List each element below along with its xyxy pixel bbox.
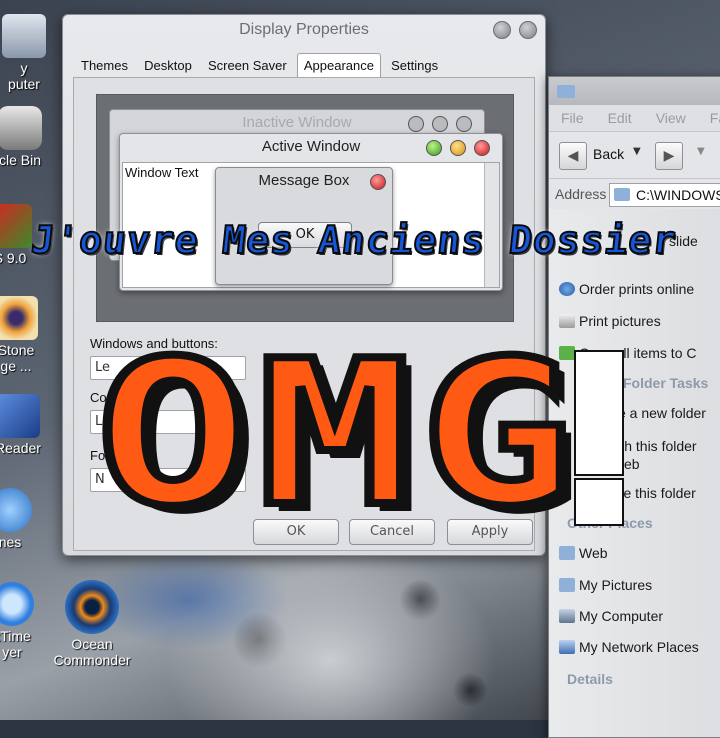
desktop-icon-label: cle Bin: [0, 152, 42, 168]
preview-button-icon: [408, 116, 424, 132]
music-note-icon: [0, 488, 32, 532]
appearance-preview: Inactive Window Active Window Window Tex…: [96, 94, 514, 322]
network-icon: [559, 640, 575, 654]
place-my-pictures[interactable]: My Pictures: [559, 577, 653, 593]
back-dropdown-icon[interactable]: ▼: [633, 146, 641, 157]
tab-screen-saver[interactable]: Screen Saver: [202, 54, 293, 77]
task-new-folder[interactable]: ke a new folder: [611, 405, 706, 421]
desktop-icon-label: Ocean Commonder: [53, 636, 131, 668]
desktop-icon-reader[interactable]: Reader: [0, 394, 60, 456]
ocean-target-icon: [65, 580, 119, 634]
yellow-button-icon: [450, 140, 466, 156]
place-label: My Network Places: [579, 639, 699, 655]
desktop-icon-quicktime[interactable]: kTime yer: [0, 582, 54, 660]
address-value: C:\WINDOWS: [636, 187, 720, 203]
menu-favorites[interactable]: Fav: [710, 110, 720, 126]
window-title: Display Properties: [239, 21, 369, 38]
desktop-icon-label: Stone ge ...: [0, 342, 35, 374]
recycle-bin-icon: [0, 106, 42, 150]
forward-button[interactable]: ▶: [655, 142, 683, 170]
overlay-omg-text: OMG: [91, 318, 582, 551]
order-prints-icon: [559, 282, 575, 296]
menu-file[interactable]: File: [561, 110, 584, 126]
tab-desktop[interactable]: Desktop: [138, 54, 198, 77]
desktop-icon-label: kTime yer: [0, 628, 31, 660]
place-my-network[interactable]: My Network Places: [559, 639, 699, 655]
tab-settings[interactable]: Settings: [385, 54, 444, 77]
exclamation-bar-shape: [574, 350, 624, 476]
desktop-icon-my-computer[interactable]: y puter: [0, 14, 66, 92]
desktop-icon-label: Reader: [0, 440, 41, 456]
desktop-icon-ocean-commonder[interactable]: Ocean Commonder: [50, 580, 134, 668]
exclamation-dot-shape: [574, 478, 624, 526]
task-label: Print pictures: [579, 313, 661, 329]
place-web[interactable]: Web: [559, 545, 608, 561]
place-label: My Computer: [579, 608, 664, 624]
details-heading[interactable]: Details: [567, 671, 613, 687]
minimize-button[interactable]: [493, 21, 511, 39]
close-button[interactable]: [519, 21, 537, 39]
address-input[interactable]: C:\WINDOWS: [609, 183, 720, 207]
eye-viewer-icon: [0, 296, 38, 340]
place-label: Web: [579, 545, 608, 561]
tab-strip: Themes Desktop Screen Saver Appearance S…: [75, 53, 444, 79]
computer-icon: [2, 14, 46, 58]
folder-tasks-heading[interactable]: Folder Tasks: [623, 375, 708, 391]
preview-button-icon: [432, 116, 448, 132]
menu-edit[interactable]: Edit: [608, 110, 632, 126]
menu-view[interactable]: View: [656, 110, 686, 126]
reader-icon: [0, 394, 40, 438]
red-button-icon: [370, 174, 386, 190]
desktop-icon-label: y puter: [8, 60, 40, 92]
back-label[interactable]: Back: [593, 146, 624, 162]
desktop-icon-itunes[interactable]: nes: [0, 488, 52, 550]
preview-button-icon: [456, 116, 472, 132]
desktop-icon-label: nes: [0, 534, 22, 550]
quicktime-icon: [0, 582, 34, 626]
task-print-pictures[interactable]: Print pictures: [559, 313, 661, 329]
folder-icon: [559, 578, 575, 592]
explorer-toolbar: ◀ Back ▼ ▶ ▼: [549, 132, 720, 179]
folder-icon: [557, 85, 575, 98]
address-bar: Address C:\WINDOWS: [549, 179, 720, 210]
task-label: Order prints online: [579, 281, 695, 297]
red-button-icon: [474, 140, 490, 156]
place-my-computer[interactable]: My Computer: [559, 608, 664, 624]
explorer-menu-bar: File Edit View Fav: [549, 105, 720, 132]
desktop-icon-faststone[interactable]: Stone ge ...: [0, 296, 58, 374]
folder-icon: [614, 188, 630, 201]
green-button-icon: [426, 140, 442, 156]
message-box-title: Message Box: [258, 172, 350, 189]
back-button[interactable]: ◀: [559, 142, 587, 170]
address-label: Address: [555, 186, 607, 202]
explorer-titlebar: [549, 77, 720, 105]
task-order-prints[interactable]: Order prints online: [559, 281, 695, 297]
place-label: My Pictures: [579, 577, 653, 593]
tab-appearance[interactable]: Appearance: [296, 53, 381, 79]
overlay-banner-text: J'ouvre Mes Anciens Dossier: [28, 217, 679, 263]
active-window-title: Active Window: [261, 138, 361, 155]
desktop-icon-recycle-bin[interactable]: cle Bin: [0, 106, 62, 168]
window-text: Window Text: [125, 165, 199, 180]
computer-icon: [559, 609, 575, 623]
forward-dropdown-icon[interactable]: ▼: [697, 146, 705, 157]
tab-themes[interactable]: Themes: [75, 54, 134, 77]
